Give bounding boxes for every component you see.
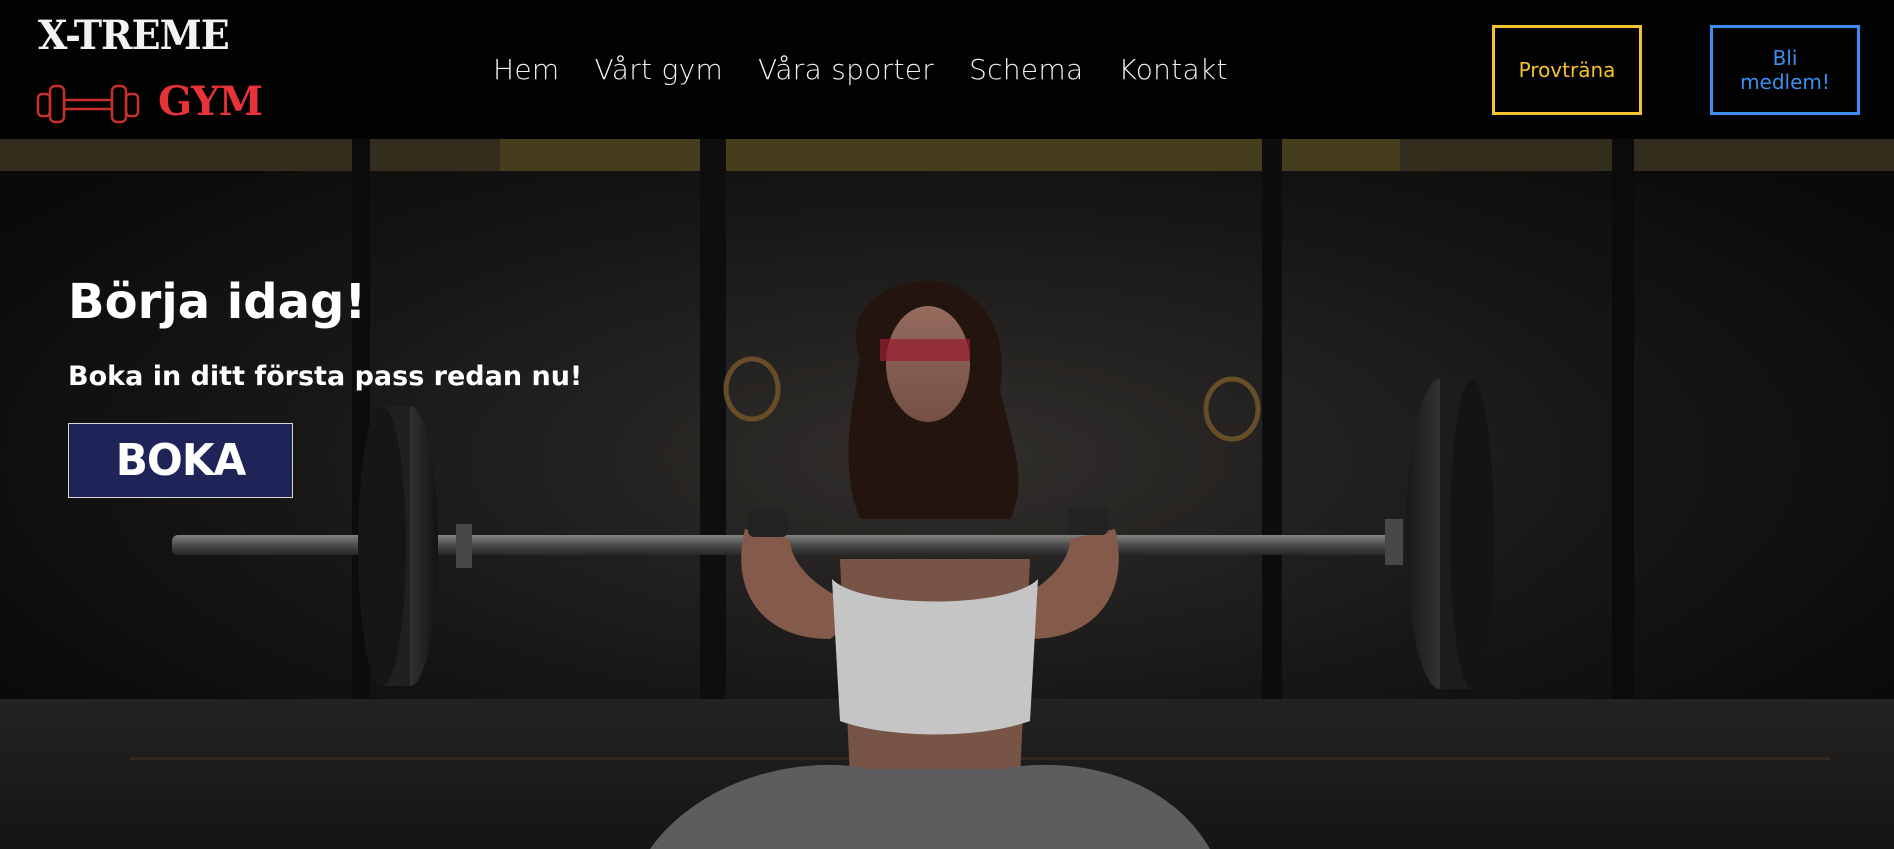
trial-button[interactable]: Provträna: [1492, 25, 1642, 115]
dumbbell-icon: [36, 84, 140, 124]
logo-text-xtreme: X-TREME: [38, 12, 230, 59]
nav-item-hem[interactable]: Hem: [493, 52, 559, 92]
logo-text-gym: GYM: [158, 78, 263, 125]
book-button[interactable]: BOKA: [68, 423, 293, 498]
nav-item-vara-sporter[interactable]: Våra sporter: [758, 52, 934, 92]
nav-item-schema[interactable]: Schema: [969, 52, 1083, 92]
become-member-button[interactable]: Bli medlem!: [1710, 25, 1860, 115]
main-nav: Hem Vårt gym Våra sporter Schema Kontakt: [493, 52, 1228, 92]
hero-section: Börja idag! Boka in ditt första pass red…: [0, 139, 1894, 849]
nav-item-kontakt[interactable]: Kontakt: [1118, 52, 1227, 92]
nav-item-vart-gym[interactable]: Vårt gym: [594, 52, 723, 92]
hero-subtitle: Boka in ditt första pass redan nu!: [68, 361, 583, 392]
book-button-label: BOKA: [115, 435, 247, 486]
site-logo[interactable]: X-TREME GYM: [36, 12, 263, 130]
site-header: X-TREME GYM Hem Vårt gym Våra sporter Sc…: [0, 0, 1894, 139]
hero-title: Börja idag!: [68, 274, 367, 330]
